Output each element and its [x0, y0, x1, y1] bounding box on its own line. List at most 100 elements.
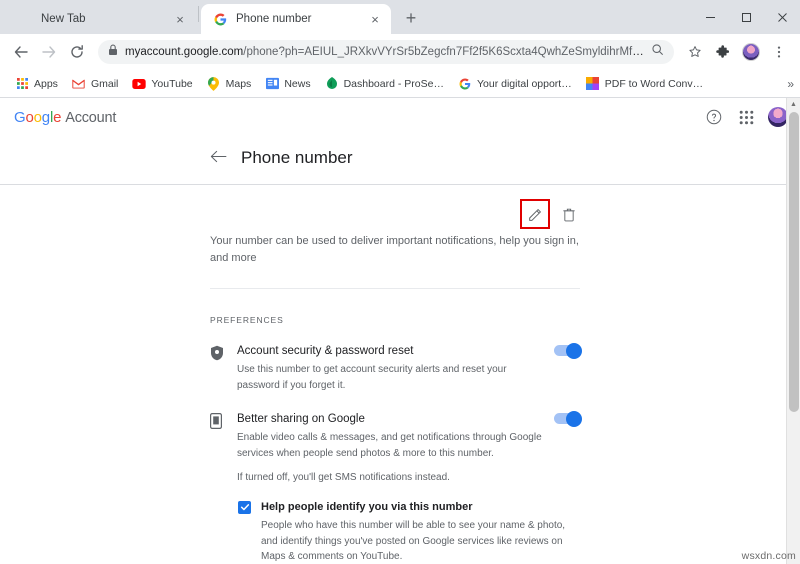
maps-pin-icon — [207, 76, 221, 91]
page-header: Phone number — [0, 136, 800, 184]
trash-delete-icon[interactable] — [558, 203, 580, 225]
bookmark-label: PDF to Word Conve… — [604, 77, 707, 90]
browser-window: New Tab × Phone number × + myaccount.goo… — [0, 0, 800, 564]
pref-description: Use this number to get account security … — [237, 364, 507, 391]
lock-icon — [108, 43, 118, 61]
watermark: wsxdn.com — [741, 550, 796, 562]
pref-description: Enable video calls & messages, and get n… — [237, 432, 542, 459]
tab-title: New Tab — [41, 13, 86, 25]
account-avatar-icon[interactable] — [768, 107, 788, 127]
dashboard-icon — [325, 77, 339, 91]
pref-description-secondary: If turned off, you'll get SMS notificati… — [237, 472, 450, 484]
bookmark-maps[interactable]: Maps — [200, 74, 259, 94]
tab-new-tab[interactable]: New Tab × — [6, 4, 196, 34]
pref-account-security: Account security & password reset Use th… — [210, 335, 582, 397]
toggle-knob — [566, 410, 582, 427]
card-actions — [210, 199, 580, 229]
sub-option-body: Help people identify you via this number… — [261, 500, 580, 564]
header-actions — [704, 107, 788, 127]
pencil-edit-icon[interactable] — [524, 203, 546, 225]
three-dot-menu-icon[interactable] — [766, 39, 792, 65]
tab-close-icon[interactable]: × — [172, 11, 188, 27]
google-account-header: Google Account — [0, 98, 800, 136]
bookmark-label: Your digital opport… — [476, 77, 572, 90]
google-g-icon — [458, 77, 472, 91]
url-path: /phone?ph=AEIUL_JRXkvVYrSr5bZegcfn7Ff2f5… — [243, 46, 644, 58]
tab-phone-number[interactable]: Phone number × — [201, 4, 391, 34]
bookmark-dashboard[interactable]: Dashboard - ProSe… — [318, 74, 451, 94]
google-g-icon — [213, 12, 228, 27]
maximize-button[interactable] — [728, 0, 764, 34]
tab-strip: New Tab × Phone number × + — [0, 0, 800, 34]
bookmark-label: Maps — [225, 77, 252, 90]
tab-close-icon[interactable]: × — [367, 11, 383, 27]
sub-option-help-identify: Help people identify you via this number… — [210, 490, 580, 564]
bookmark-label: Apps — [34, 77, 58, 90]
back-arrow-icon[interactable] — [210, 150, 227, 167]
phone-number-card: Your number can be used to deliver impor… — [210, 185, 582, 564]
tab-separator — [198, 6, 199, 22]
page-viewport: Google Account Phone number Your number … — [0, 98, 800, 564]
page-scrollbar[interactable]: ▲ — [786, 98, 800, 564]
product-name: Account — [65, 109, 117, 126]
bookmark-digital-opportunity[interactable]: Your digital opport… — [451, 74, 579, 94]
pref-body: Better sharing on Google Enable video ca… — [237, 411, 544, 486]
scrollbar-thumb[interactable] — [789, 112, 799, 412]
tab-title: Phone number — [236, 13, 312, 25]
search-icon[interactable] — [651, 43, 664, 61]
address-bar-url: myaccount.google.com/phone?ph=AEIUL_JRXk… — [125, 46, 644, 58]
help-circle-icon[interactable] — [704, 107, 724, 127]
bookmark-apps[interactable]: Apps — [8, 74, 65, 94]
avatar — [742, 43, 760, 61]
pref-better-sharing: Better sharing on Google Enable video ca… — [210, 397, 582, 490]
toggle-switch[interactable] — [554, 342, 582, 359]
puzzle-piece-icon[interactable] — [710, 39, 736, 65]
forward-arrow-icon[interactable] — [36, 39, 62, 65]
back-arrow-icon[interactable] — [8, 39, 34, 65]
toggle-knob — [566, 342, 582, 359]
toggle-better-sharing[interactable] — [554, 410, 582, 486]
bookmarks-bar: Apps Gmail YouTube Maps News Dashboard -… — [0, 70, 800, 98]
bookmark-gmail[interactable]: Gmail — [65, 74, 125, 94]
checkbox-help-identify[interactable] — [238, 500, 251, 514]
bookmark-label: News — [284, 77, 311, 90]
preferences-section: PREFERENCES Account security & password … — [210, 288, 582, 564]
star-icon[interactable] — [682, 39, 708, 65]
address-bar[interactable]: myaccount.google.com/phone?ph=AEIUL_JRXk… — [98, 40, 674, 64]
edit-button-highlight — [520, 199, 550, 229]
logo-letter: g — [41, 108, 50, 126]
bookmarks-overflow-icon[interactable]: » — [787, 77, 794, 91]
logo-letter: o — [33, 108, 42, 126]
reload-icon[interactable] — [64, 39, 90, 65]
logo-letter: e — [53, 108, 62, 126]
shield-security-icon — [210, 343, 227, 393]
minimize-button[interactable] — [692, 0, 728, 34]
google-news-icon — [265, 77, 279, 91]
page-title: Phone number — [241, 148, 353, 167]
pref-title: Better sharing on Google — [237, 413, 365, 426]
toggle-switch[interactable] — [554, 410, 582, 427]
pref-title: Account security & password reset — [237, 345, 414, 357]
scroll-up-arrow-icon[interactable]: ▲ — [787, 98, 800, 111]
sub-option-title: Help people identify you via this number — [261, 500, 473, 513]
preferences-label: PREFERENCES — [210, 315, 284, 325]
profile-avatar-icon[interactable] — [738, 39, 764, 65]
bookmark-pdf-to-word[interactable]: PDF to Word Conve… — [579, 74, 714, 94]
bookmark-label: YouTube — [151, 77, 193, 90]
bookmark-label: Dashboard - ProSe… — [343, 77, 444, 90]
pdf-converter-icon — [586, 77, 600, 91]
logo-letter: o — [25, 108, 34, 126]
youtube-icon — [132, 77, 147, 91]
apps-grid-icon[interactable] — [736, 107, 756, 127]
phone-description: Your number can be used to deliver impor… — [210, 235, 579, 264]
bookmark-news[interactable]: News — [258, 74, 317, 94]
bookmark-youtube[interactable]: YouTube — [125, 74, 199, 94]
new-tab-button[interactable]: + — [397, 4, 425, 32]
browser-toolbar: myaccount.google.com/phone?ph=AEIUL_JRXk… — [0, 34, 800, 70]
tab-favicon-placeholder — [18, 12, 33, 27]
page-content: Your number can be used to deliver impor… — [0, 185, 800, 564]
google-account-logo[interactable]: Google Account — [14, 109, 116, 126]
close-button[interactable] — [764, 0, 800, 34]
toggle-account-security[interactable] — [554, 342, 582, 393]
avatar — [768, 107, 788, 127]
